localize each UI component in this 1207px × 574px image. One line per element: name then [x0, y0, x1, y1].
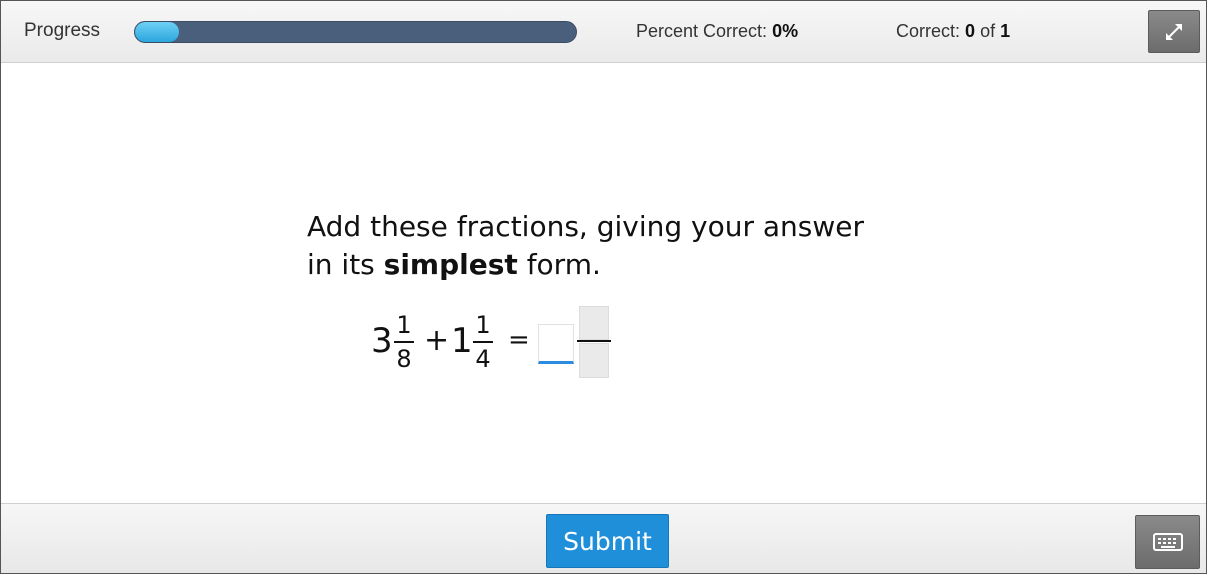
percent-correct-value: 0% — [772, 21, 799, 41]
correct-count-value: 0 — [965, 21, 976, 41]
answer-fraction-bar — [577, 340, 611, 342]
question-text: Add these fractions, giving your answer … — [307, 208, 907, 284]
term1-denominator: 8 — [396, 345, 412, 373]
term2-fraction-bar — [473, 341, 493, 343]
keyboard-icon — [1152, 533, 1183, 551]
correct-total-value: 1 — [1000, 21, 1011, 41]
term2-fraction: 1 4 — [473, 310, 493, 374]
quiz-frame: Progress Percent Correct: 0% Correct: 0 … — [0, 0, 1207, 574]
term1-numerator: 1 — [396, 311, 412, 339]
progress-label: Progress — [24, 20, 101, 41]
answer-numerator-input[interactable] — [579, 306, 609, 340]
question-line-1: Add these fractions, giving your answer — [307, 210, 865, 243]
progress-bar — [134, 21, 577, 43]
term1-fraction: 1 8 — [394, 310, 414, 374]
term2-numerator: 1 — [475, 311, 491, 339]
keyboard-button[interactable] — [1135, 515, 1200, 569]
submit-button[interactable]: Submit — [546, 514, 669, 568]
question-line-2: in its simplest form. — [307, 246, 907, 284]
term1-whole: 3 — [371, 321, 393, 361]
answer-denominator-input[interactable] — [579, 343, 609, 378]
question-line-2-prefix: in its — [307, 248, 384, 281]
term1-fraction-bar — [394, 341, 414, 343]
percent-correct: Percent Correct: 0% — [636, 21, 798, 42]
bottom-bar: Submit — [1, 503, 1206, 573]
fraction-equation: 3 1 8 + 1 1 4 = — [371, 306, 631, 381]
expand-arrows-icon — [1166, 23, 1182, 40]
term2-denominator: 4 — [475, 345, 491, 373]
correct-count: Correct: 0 of 1 — [896, 21, 1010, 42]
equals-sign: = — [508, 325, 530, 355]
term2-whole: 1 — [451, 321, 473, 361]
percent-correct-label: Percent Correct: — [636, 21, 768, 41]
correct-label: Correct: — [896, 21, 961, 41]
top-bar: Progress Percent Correct: 0% Correct: 0 … — [1, 1, 1206, 63]
question-emphasis: simplest — [383, 248, 518, 281]
question-line-2-suffix: form. — [517, 248, 601, 281]
correct-of-text: of — [980, 21, 996, 41]
answer-whole-input[interactable] — [538, 324, 574, 364]
fullscreen-button[interactable] — [1148, 10, 1200, 53]
plus-operator: + — [424, 323, 450, 358]
progress-bar-fill — [135, 22, 180, 42]
